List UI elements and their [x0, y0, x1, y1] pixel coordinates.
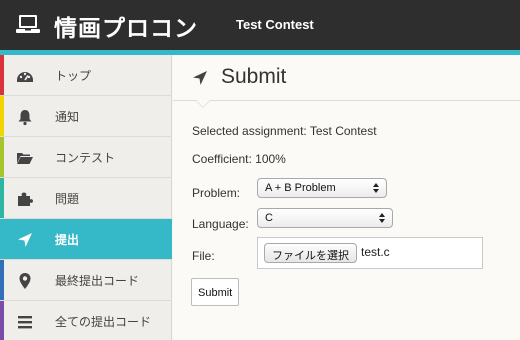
sidebar-stripe [0, 219, 4, 259]
sidebar-item-label: 通知 [55, 110, 80, 124]
sidebar-item-all-code[interactable]: 全ての提出コード [0, 301, 172, 340]
sidebar-item-submit[interactable]: 提出 [0, 219, 172, 260]
submit-button[interactable]: Submit [191, 278, 240, 306]
selected-assignment-text: Selected assignment: Test Contest [192, 124, 377, 138]
sidebar: トップ 通知 コンテスト 問題 提出 最終提出コード 全ての提出コード [0, 55, 172, 340]
sidebar-item-contest[interactable]: コンテスト [0, 137, 172, 178]
map-marker-icon [19, 273, 31, 289]
file-input[interactable]: ファイルを選択 test.c [257, 237, 483, 269]
file-name-text: test.c [361, 245, 390, 259]
sidebar-item-label: 全ての提出コード [55, 315, 152, 329]
sidebar-stripe [0, 137, 4, 177]
problem-select[interactable]: A + B Problem [257, 178, 387, 198]
location-arrow-icon [193, 71, 207, 85]
page-title: Submit [221, 65, 287, 88]
sidebar-item-label: 最終提出コード [55, 274, 140, 288]
choose-file-button[interactable]: ファイルを選択 [264, 243, 357, 263]
language-select-value: C [265, 212, 273, 224]
sidebar-item-final-code[interactable]: 最終提出コード [0, 260, 172, 301]
header-notch-inner [196, 100, 210, 107]
dashboard-icon [17, 72, 33, 82]
select-arrows-icon [379, 213, 385, 223]
sidebar-item-label: 提出 [55, 233, 80, 247]
folder-open-icon [17, 153, 33, 164]
sidebar-item-notifications[interactable]: 通知 [0, 96, 172, 137]
list-icon [18, 316, 32, 329]
sidebar-item-label: 問題 [55, 192, 80, 206]
location-arrow-icon [18, 233, 32, 247]
problem-label: Problem: [192, 186, 241, 200]
coefficient-text: Coefficient: 100% [192, 152, 286, 166]
puzzle-icon [18, 192, 33, 206]
sidebar-item-top[interactable]: トップ [0, 55, 172, 96]
sidebar-stripe [0, 96, 4, 136]
main-panel: Submit Selected assignment: Test Contest… [173, 55, 520, 340]
sidebar-stripe [0, 260, 4, 300]
sidebar-item-label: トップ [55, 69, 92, 83]
brand-title[interactable]: 情画プロコン [54, 9, 198, 43]
language-select[interactable]: C [257, 208, 393, 228]
sidebar-stripe [0, 301, 4, 340]
contest-name[interactable]: Test Contest [236, 17, 314, 32]
sidebar-stripe [0, 55, 4, 95]
sidebar-item-label: コンテスト [55, 151, 116, 165]
file-label: File: [192, 249, 215, 263]
top-header: 情画プロコン Test Contest [0, 0, 520, 50]
problem-select-value: A + B Problem [265, 182, 336, 194]
laptop-icon [16, 15, 40, 33]
language-label: Language: [192, 217, 249, 231]
sidebar-item-problems[interactable]: 問題 [0, 178, 172, 219]
bell-icon [18, 110, 32, 126]
select-arrows-icon [373, 183, 379, 193]
sidebar-stripe [0, 178, 4, 218]
page-header: Submit [173, 55, 520, 101]
